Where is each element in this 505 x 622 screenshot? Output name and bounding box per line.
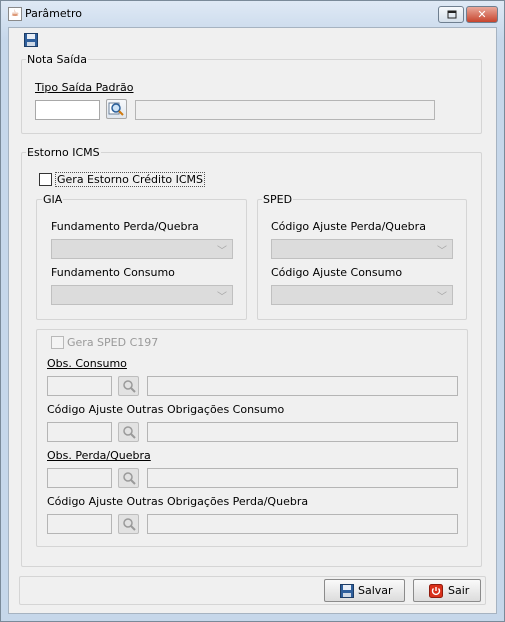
- power-icon: [429, 584, 443, 598]
- cod-outras-perda-lookup-button[interactable]: [118, 514, 139, 534]
- cod-outras-consumo-code-input: [47, 422, 112, 442]
- nota-saida-group: [21, 59, 482, 134]
- obs-perda-code-input: [47, 468, 112, 488]
- fundamento-consumo-label: Fundamento Consumo: [51, 266, 175, 279]
- tipo-saida-description-field: [135, 100, 435, 120]
- chevron-down-icon: ﹀: [217, 292, 227, 303]
- save-button[interactable]: Salvar: [324, 579, 405, 602]
- chevron-down-icon: ﹀: [217, 246, 227, 257]
- cod-outras-consumo-lookup-button[interactable]: [118, 422, 139, 442]
- estorno-icms-legend: Estorno ICMS: [26, 146, 101, 159]
- search-icon: [123, 472, 136, 485]
- obs-perda-lookup-button[interactable]: [118, 468, 139, 488]
- chevron-down-icon: ﹀: [437, 292, 447, 303]
- obs-perda-label: Obs. Perda/Quebra: [47, 449, 151, 462]
- gera-estorno-checkbox[interactable]: [39, 173, 52, 186]
- obs-consumo-code-input: [47, 376, 112, 396]
- gera-sped-c197-label: Gera SPED C197: [67, 336, 159, 349]
- exit-button-label: Sair: [448, 584, 470, 597]
- cod-outras-consumo-description-field: [147, 422, 458, 442]
- cod-outras-perda-description-field: [147, 514, 458, 534]
- fundamento-perda-label: Fundamento Perda/Quebra: [51, 220, 199, 233]
- gera-estorno-label[interactable]: Gera Estorno Crédito ICMS: [55, 172, 206, 187]
- obs-consumo-lookup-button[interactable]: [118, 376, 139, 396]
- fundamento-consumo-select[interactable]: ﹀: [51, 285, 233, 305]
- search-icon: [108, 102, 124, 116]
- tipo-saida-lookup-button[interactable]: [106, 99, 127, 119]
- restore-button[interactable]: [438, 6, 464, 23]
- ajuste-perda-select[interactable]: ﹀: [271, 239, 453, 259]
- save-button-label: Salvar: [358, 584, 393, 597]
- search-icon: [123, 518, 136, 531]
- exit-button[interactable]: Sair: [413, 579, 481, 602]
- toolbar-save-button[interactable]: [24, 33, 38, 47]
- chevron-down-icon: ﹀: [437, 246, 447, 257]
- restore-icon: [447, 10, 457, 19]
- fundamento-perda-select[interactable]: ﹀: [51, 239, 233, 259]
- ajuste-consumo-select[interactable]: ﹀: [271, 285, 453, 305]
- search-icon: [123, 380, 136, 393]
- gia-legend: GIA: [42, 193, 64, 206]
- cod-outras-perda-label: Código Ajuste Outras Obrigações Perda/Qu…: [47, 495, 309, 508]
- obs-consumo-label: Obs. Consumo: [47, 357, 127, 370]
- floppy-disk-icon: [340, 584, 354, 598]
- java-cup-icon: ☕: [8, 7, 22, 21]
- ajuste-perda-label: Código Ajuste Perda/Quebra: [271, 220, 426, 233]
- cod-outras-perda-code-input: [47, 514, 112, 534]
- gera-sped-c197-checkbox[interactable]: [51, 336, 64, 349]
- floppy-disk-icon: [24, 33, 38, 47]
- obs-perda-description-field: [147, 468, 458, 488]
- title-bar[interactable]: ☕ Parâmetro ✕: [0, 0, 505, 28]
- window-title: Parâmetro: [25, 7, 82, 20]
- cod-outras-consumo-label: Código Ajuste Outras Obrigações Consumo: [47, 403, 285, 416]
- obs-consumo-description-field: [147, 376, 458, 396]
- close-button[interactable]: ✕: [466, 6, 498, 23]
- nota-saida-legend: Nota Saída: [26, 53, 89, 66]
- tipo-saida-label: Tipo Saída Padrão: [35, 81, 134, 94]
- tipo-saida-code-input[interactable]: [35, 100, 100, 120]
- sped-legend: SPED: [262, 193, 294, 206]
- ajuste-consumo-label: Código Ajuste Consumo: [271, 266, 403, 279]
- search-icon: [123, 426, 136, 439]
- close-icon: ✕: [477, 8, 487, 21]
